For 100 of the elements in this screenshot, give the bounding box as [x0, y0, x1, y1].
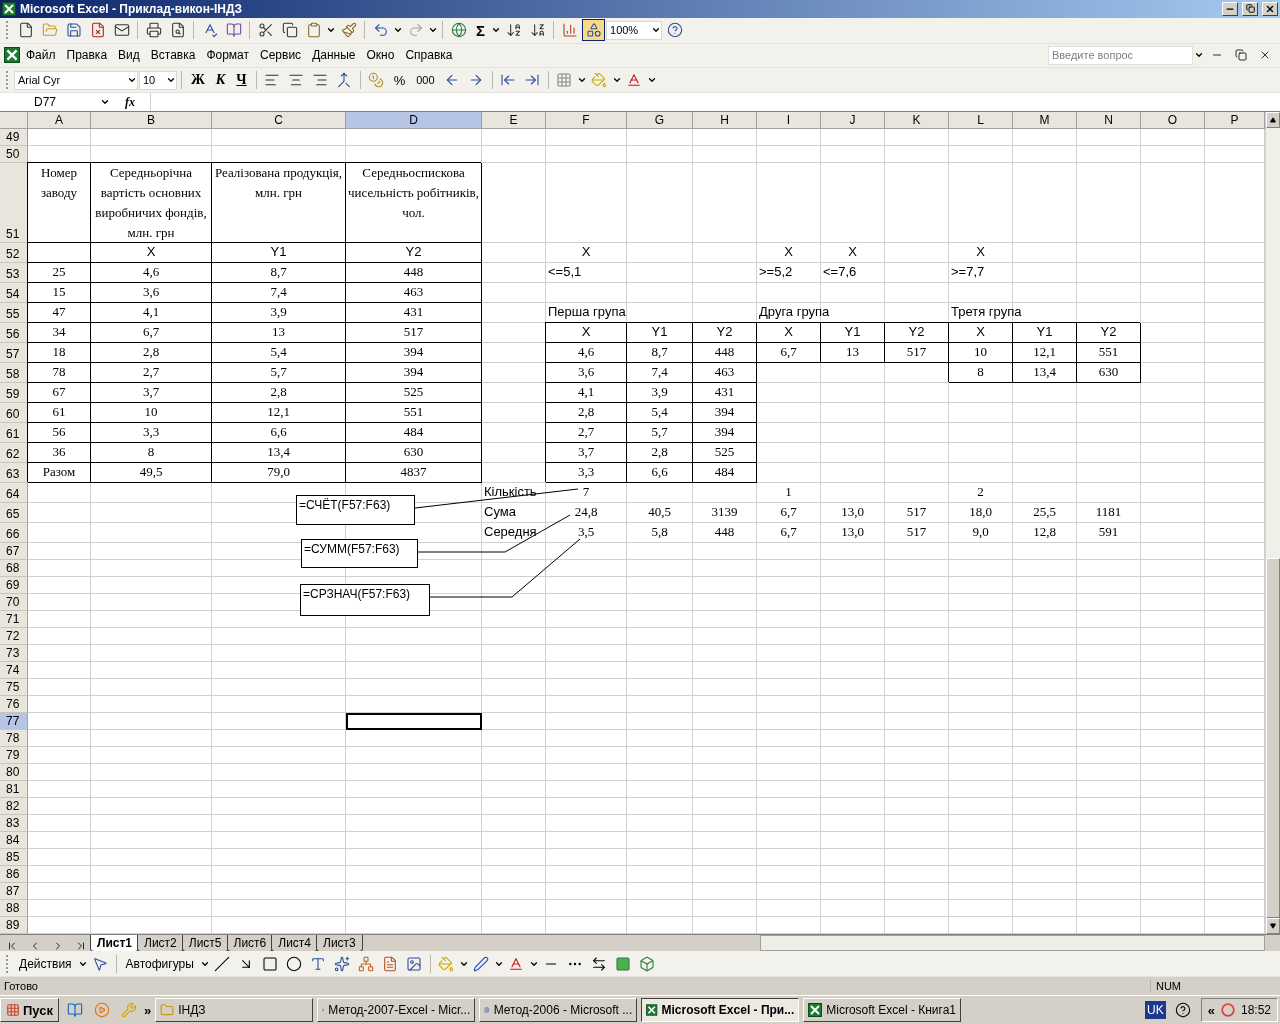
help-icon[interactable]	[1175, 1002, 1192, 1019]
merge-center-icon[interactable]	[336, 72, 353, 88]
restore-icon[interactable]	[1234, 49, 1247, 62]
menu-item[interactable]: Окно	[361, 44, 400, 67]
bold-button[interactable]: Ж	[186, 69, 210, 91]
row-header[interactable]: 75	[0, 679, 28, 697]
menu-item[interactable]: Сервис	[255, 44, 307, 67]
row-header[interactable]: 64	[0, 483, 28, 504]
font-color-icon[interactable]	[508, 955, 525, 972]
column-header[interactable]: O	[1141, 112, 1205, 130]
rectangle-icon[interactable]	[262, 955, 279, 972]
align-center-icon[interactable]	[288, 72, 305, 88]
drawing-icon[interactable]	[585, 22, 602, 39]
help-icon[interactable]	[666, 22, 683, 39]
column-header[interactable]: C	[212, 112, 346, 130]
caret-icon[interactable]	[127, 75, 137, 85]
more-button[interactable]: »	[144, 1002, 152, 1018]
row-header[interactable]: 72	[0, 628, 28, 646]
row-header[interactable]: 66	[0, 523, 28, 544]
row-header[interactable]: 63	[0, 463, 28, 484]
show-hidden-icons-button[interactable]: «	[1207, 1002, 1215, 1018]
quick-launch-icon[interactable]	[66, 1002, 83, 1019]
taskbar-button[interactable]: Microsoft Excel - При...	[641, 998, 800, 1023]
currency-icon[interactable]	[368, 72, 385, 88]
scroll-up-icon[interactable]	[1270, 117, 1276, 124]
row-header[interactable]: 67	[0, 543, 28, 561]
insert-function-button[interactable]: fx	[110, 94, 150, 110]
text-box-icon[interactable]	[310, 955, 327, 972]
row-header[interactable]: 69	[0, 577, 28, 595]
row-header[interactable]: 82	[0, 798, 28, 816]
picture-icon[interactable]	[406, 955, 423, 972]
row-header[interactable]: 60	[0, 403, 28, 424]
row-header[interactable]: 70	[0, 594, 28, 612]
minimize-button[interactable]	[1222, 1, 1238, 16]
row-header[interactable]: 50	[0, 146, 28, 164]
document-restricted-icon[interactable]	[89, 22, 106, 39]
row-header[interactable]: 54	[0, 283, 28, 304]
percent-button[interactable]: %	[388, 69, 411, 91]
zoom-field[interactable]: 100%	[606, 20, 662, 40]
column-header[interactable]: E	[482, 112, 546, 130]
cut-icon[interactable]	[257, 22, 274, 39]
chart-icon[interactable]	[561, 22, 578, 39]
row-header[interactable]: 55	[0, 303, 28, 324]
menu-item[interactable]: Вид	[113, 44, 145, 67]
taskbar-button[interactable]: ІНДЗ	[155, 998, 314, 1023]
row-header[interactable]: 81	[0, 781, 28, 799]
row-header[interactable]: 59	[0, 383, 28, 404]
row-header[interactable]: 88	[0, 900, 28, 918]
sort-descending-icon[interactable]	[529, 22, 546, 39]
pointer-icon[interactable]	[92, 955, 109, 972]
email-icon[interactable]	[113, 22, 130, 39]
column-header[interactable]: M	[1013, 112, 1077, 130]
font-color-icon[interactable]	[626, 72, 643, 88]
format-painter-icon[interactable]	[340, 22, 357, 39]
arrow-style-icon[interactable]	[591, 955, 608, 972]
row-header[interactable]: 61	[0, 423, 28, 444]
column-header[interactable]: P	[1205, 112, 1265, 130]
italic-button[interactable]: К	[210, 69, 231, 91]
diagram-icon[interactable]	[358, 955, 375, 972]
clip-art-icon[interactable]	[382, 955, 399, 972]
row-header[interactable]: 71	[0, 611, 28, 629]
row-header[interactable]: 76	[0, 696, 28, 714]
restore-button[interactable]	[1242, 1, 1258, 16]
decrease-indent-icon[interactable]	[500, 72, 517, 88]
line-icon[interactable]	[214, 955, 231, 972]
hyperlink-icon[interactable]	[450, 22, 467, 39]
font-size-field[interactable]: 10	[139, 70, 177, 90]
column-header[interactable]: H	[693, 112, 757, 130]
three-d-icon[interactable]	[639, 955, 656, 972]
column-header[interactable]: L	[949, 112, 1013, 130]
row-header[interactable]: 74	[0, 662, 28, 680]
research-icon[interactable]	[225, 22, 242, 39]
row-header[interactable]: 87	[0, 883, 28, 901]
row-header[interactable]: 85	[0, 849, 28, 867]
column-header[interactable]: K	[885, 112, 949, 130]
caret-icon[interactable]	[646, 75, 657, 85]
column-header[interactable]: F	[546, 112, 627, 130]
row-header[interactable]: 49	[0, 129, 28, 147]
copy-icon[interactable]	[281, 22, 298, 39]
tray-app-icon[interactable]	[1220, 1003, 1235, 1018]
print-preview-icon[interactable]	[169, 22, 186, 39]
thousands-button[interactable]: 000	[411, 69, 440, 91]
row-header[interactable]: 80	[0, 764, 28, 782]
row-header[interactable]: 78	[0, 730, 28, 748]
menu-item[interactable]: Вставка	[145, 44, 201, 67]
row-header[interactable]: 84	[0, 832, 28, 850]
column-header[interactable]: N	[1077, 112, 1141, 130]
selected-cell[interactable]	[346, 713, 482, 731]
column-header[interactable]: G	[627, 112, 693, 130]
start-button[interactable]: Пуск	[0, 998, 59, 1023]
menu-item[interactable]: Правка	[61, 44, 113, 67]
menu-item[interactable]: Данные	[307, 44, 361, 67]
menu-item[interactable]: Файл	[21, 44, 61, 67]
new-document-icon[interactable]	[17, 22, 34, 39]
scroll-down-icon[interactable]	[1270, 923, 1276, 930]
paste-icon[interactable]	[305, 22, 322, 39]
autoshapes-menu[interactable]: Автофигуры	[120, 952, 199, 975]
align-right-icon[interactable]	[312, 72, 329, 88]
caret-icon[interactable]	[576, 75, 587, 85]
taskbar-button[interactable]: Метод-2007-Excel - Micr...	[317, 998, 476, 1023]
